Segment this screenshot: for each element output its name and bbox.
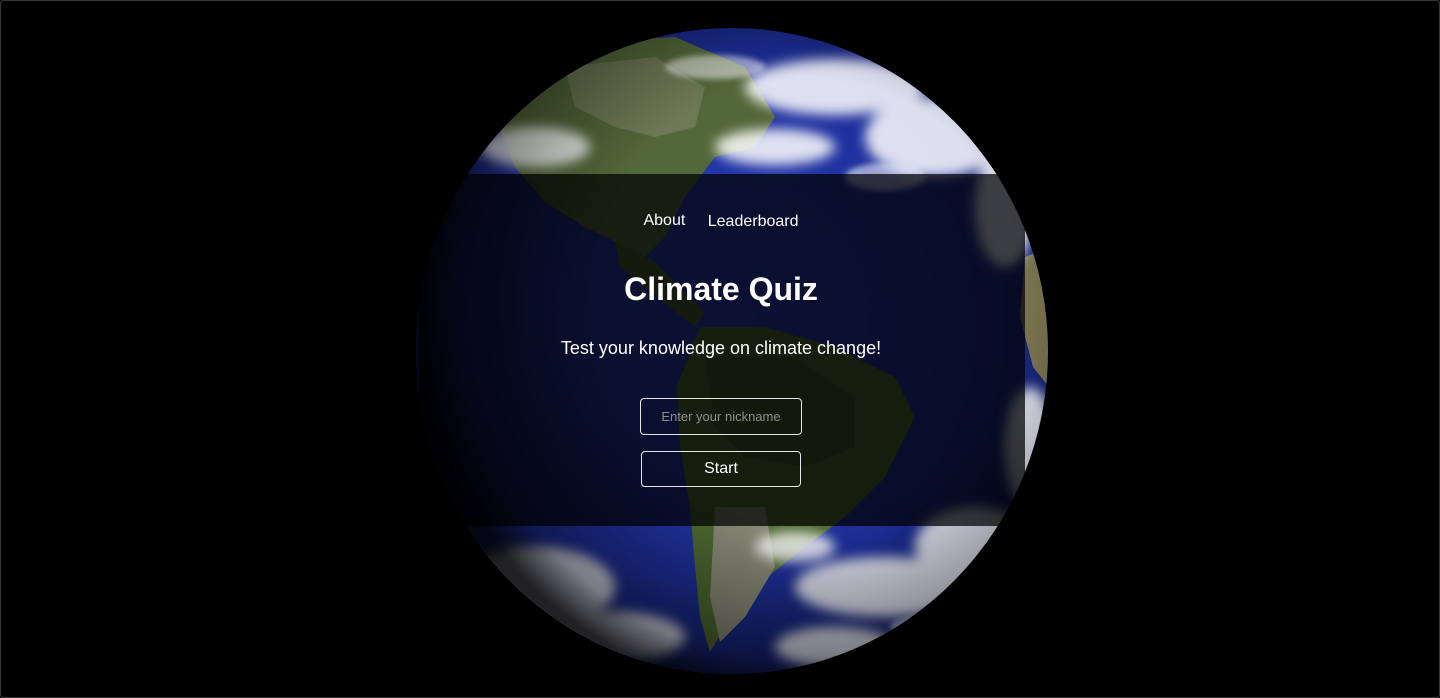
nickname-input[interactable]	[640, 398, 802, 435]
nav-link-about[interactable]: About	[643, 212, 685, 230]
start-button[interactable]: Start	[641, 451, 801, 487]
nav-link-leaderboard[interactable]: Leaderboard	[708, 213, 799, 231]
page-subtitle: Test your knowledge on climate change!	[560, 338, 882, 358]
top-nav: About Leaderboard	[1, 212, 1439, 231]
page: About Leaderboard Climate Quiz Test your…	[0, 0, 1440, 698]
page-title: Climate Quiz	[624, 271, 818, 307]
